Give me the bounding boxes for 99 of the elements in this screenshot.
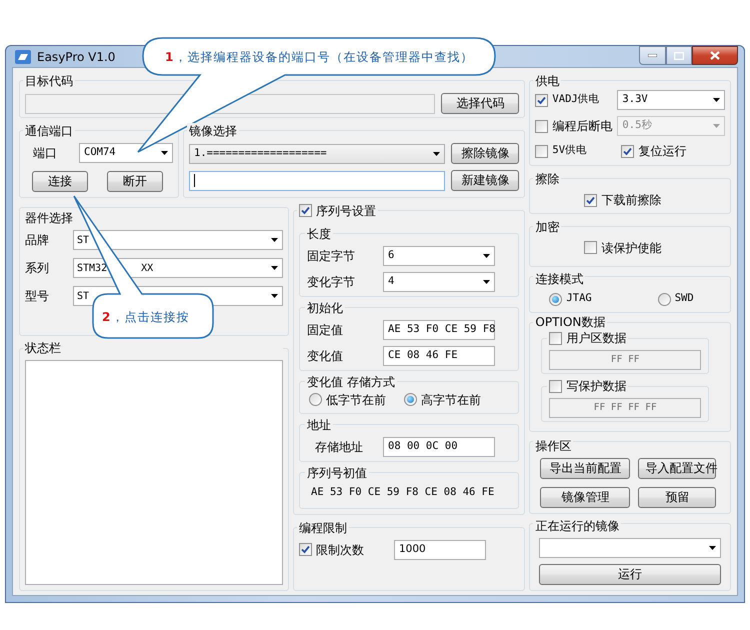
caret-icon bbox=[271, 238, 278, 242]
group-title: OPTION数据 bbox=[535, 314, 606, 330]
caret-icon bbox=[483, 280, 490, 284]
group-title: 镜像选择 bbox=[189, 123, 237, 140]
field-label: 变化字节 bbox=[307, 274, 356, 291]
checkbox[interactable] bbox=[299, 204, 312, 218]
group-title: 编程限制 bbox=[299, 520, 347, 536]
app-icon bbox=[15, 50, 31, 64]
operation-button[interactable]: 导入配置文件 bbox=[638, 458, 716, 479]
maximize-icon bbox=[674, 52, 684, 60]
callout-text: 2，点击连接按 bbox=[102, 309, 190, 326]
maximize-button[interactable] bbox=[666, 46, 692, 65]
operation-button[interactable]: 镜像管理 bbox=[540, 487, 630, 508]
group-title: 地址 bbox=[307, 416, 331, 433]
group-title: 擦除 bbox=[535, 171, 560, 188]
field-label: 系列 bbox=[25, 260, 50, 278]
group-title: 变化值 存储方式 bbox=[307, 374, 395, 390]
field-label: 固定字节 bbox=[307, 248, 356, 265]
field-label: 变化值 bbox=[307, 348, 344, 365]
image-dropdown[interactable]: 1.=================== bbox=[189, 144, 446, 164]
field-label: 型号 bbox=[25, 288, 50, 306]
checkbox-label: VADJ供电 bbox=[552, 92, 600, 108]
radio-label: 低字节在前 bbox=[326, 392, 386, 409]
checkbox[interactable] bbox=[621, 144, 634, 158]
device-dropdown[interactable]: ST bbox=[73, 230, 283, 250]
checkbox[interactable] bbox=[535, 94, 548, 107]
checkbox[interactable] bbox=[584, 194, 598, 207]
device-dropdown[interactable]: STM32 XX bbox=[73, 258, 283, 278]
checkbox-label: 限制次数 bbox=[316, 542, 364, 558]
field-label: 品牌 bbox=[25, 232, 50, 250]
length-dropdown[interactable]: 6 bbox=[383, 246, 495, 266]
radio-button[interactable] bbox=[658, 292, 671, 306]
erase-image-button[interactable]: 擦除镜像 bbox=[451, 143, 520, 164]
group-title: 状态栏 bbox=[25, 340, 61, 356]
address-field[interactable]: 08 00 0C 00 bbox=[383, 436, 495, 457]
value-field[interactable]: CE 08 46 FE bbox=[383, 346, 495, 366]
checkbox-label: 编程后断电 bbox=[552, 118, 612, 136]
caret-icon bbox=[161, 151, 168, 156]
group-title: 长度 bbox=[307, 226, 331, 242]
operation-button[interactable]: 预留 bbox=[638, 487, 716, 508]
option-value-field[interactable]: FF FF FF FF bbox=[549, 398, 701, 418]
minimize-icon bbox=[648, 54, 657, 57]
caret-icon bbox=[709, 546, 716, 550]
operation-button[interactable]: 导出当前配置 bbox=[540, 458, 630, 479]
image-name-field[interactable] bbox=[189, 170, 446, 191]
close-icon bbox=[710, 51, 720, 60]
checkbox-label: 复位运行 bbox=[638, 143, 686, 160]
checkbox[interactable] bbox=[584, 241, 598, 254]
group-title: 连接模式 bbox=[535, 271, 584, 288]
callout-text: 1，选择编程器设备的端口号（在设备管理器中查找） bbox=[165, 49, 474, 66]
radio-button[interactable] bbox=[309, 393, 322, 406]
caret-icon bbox=[483, 254, 490, 258]
limit-field[interactable]: 1000 bbox=[394, 540, 486, 560]
radio-label: SWD bbox=[674, 291, 694, 306]
close-button[interactable] bbox=[692, 46, 738, 65]
length-dropdown[interactable]: 4 bbox=[383, 272, 495, 292]
radio-label: 高字节在前 bbox=[421, 392, 481, 409]
checkbox[interactable] bbox=[535, 144, 548, 158]
radio-label: JTAG bbox=[566, 291, 592, 306]
group-title: 初始化 bbox=[307, 300, 343, 316]
field-label: 存储地址 bbox=[314, 438, 364, 456]
power-dropdown[interactable]: 3.3V bbox=[617, 90, 725, 110]
caret-icon bbox=[713, 98, 720, 102]
minimize-button[interactable] bbox=[639, 46, 666, 65]
disconnect-button[interactable]: 断开 bbox=[107, 171, 163, 192]
caret-icon bbox=[271, 266, 278, 270]
checkbox[interactable] bbox=[299, 543, 312, 556]
port-dropdown[interactable]: COM74 bbox=[79, 143, 173, 164]
caret-icon bbox=[271, 294, 278, 298]
checkbox-label: 序列号设置 bbox=[316, 202, 376, 219]
group-title: 正在运行的镜像 bbox=[535, 518, 620, 534]
select-code-button[interactable]: 选择代码 bbox=[441, 93, 520, 114]
checkbox-label: 读保护使能 bbox=[601, 240, 662, 257]
group-title: 器件选择 bbox=[25, 210, 73, 226]
radio-button[interactable] bbox=[404, 393, 417, 406]
value-field[interactable]: AE 53 F0 CE 59 F8 bbox=[383, 320, 495, 340]
connect-button[interactable]: 连接 bbox=[32, 171, 88, 192]
group-title: 供电 bbox=[535, 73, 560, 90]
serial-initial-value: AE 53 F0 CE 59 F8 CE 08 46 FE bbox=[310, 484, 496, 500]
checkbox[interactable] bbox=[549, 380, 562, 392]
group-title: 加密 bbox=[535, 218, 560, 235]
checkbox-label: 5V供电 bbox=[552, 143, 588, 158]
group-title: 序列号初值 bbox=[307, 464, 367, 481]
caret-icon bbox=[713, 124, 720, 128]
checkbox-label: 写保护数据 bbox=[566, 378, 626, 394]
new-image-button[interactable]: 新建镜像 bbox=[451, 170, 520, 192]
checkbox-label: 用户区数据 bbox=[566, 330, 626, 346]
checkbox-label: 下载前擦除 bbox=[601, 192, 662, 210]
group-title: 通信端口 bbox=[25, 123, 73, 140]
field-label: 固定值 bbox=[307, 322, 344, 339]
run-button[interactable]: 运行 bbox=[539, 564, 721, 585]
group-title: 操作区 bbox=[535, 438, 572, 454]
field-label: 端口 bbox=[33, 145, 58, 162]
group-title: 目标代码 bbox=[25, 73, 73, 90]
running-image-dropdown[interactable] bbox=[539, 538, 721, 558]
checkbox[interactable] bbox=[549, 332, 562, 344]
window-title: EasyPro V1.0 bbox=[37, 48, 116, 66]
radio-button[interactable] bbox=[549, 292, 562, 306]
option-value-field[interactable]: FF FF bbox=[549, 350, 701, 370]
